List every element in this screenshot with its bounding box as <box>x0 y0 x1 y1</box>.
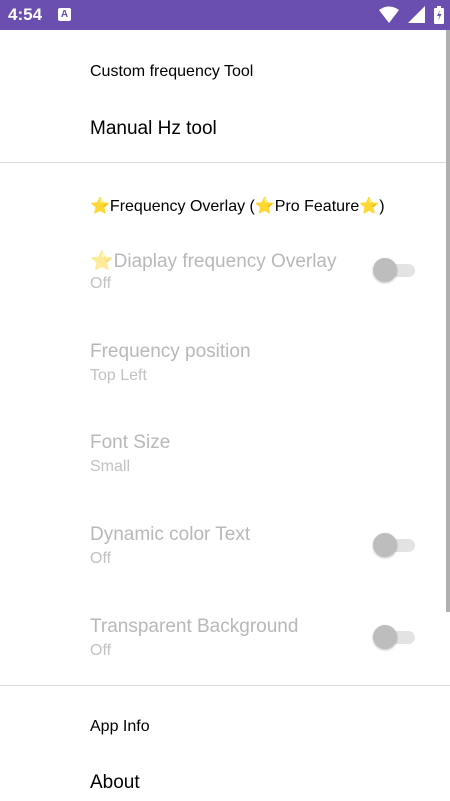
transparent-background-summary: Off <box>90 642 112 659</box>
transparent-background-item[interactable]: Transparent Background Off <box>0 616 450 696</box>
frequency-position-title: Frequency position <box>90 341 251 362</box>
manual-hz-tool-item[interactable]: Manual Hz tool <box>90 118 217 140</box>
dynamic-color-text-summary: Off <box>90 550 112 567</box>
font-size-title: Font Size <box>90 432 171 453</box>
display-overlay-title: ⭐Diaplay frequency Overlay <box>90 249 337 273</box>
display-overlay-summary: Off <box>90 275 112 292</box>
frequency-position-item[interactable]: Frequency position Top Left <box>0 341 450 421</box>
dynamic-color-text-switch[interactable] <box>373 532 417 558</box>
font-size-summary: Small <box>90 458 131 475</box>
about-item[interactable]: About <box>90 772 140 794</box>
divider <box>0 685 450 686</box>
wifi-icon <box>379 6 400 23</box>
display-overlay-title-text: Diaplay frequency Overlay <box>113 251 337 272</box>
category-close: ) <box>379 198 385 215</box>
notification-a-icon: A <box>58 8 71 21</box>
dynamic-color-text-title: Dynamic color Text <box>90 524 251 545</box>
dynamic-color-text-item[interactable]: Dynamic color Text Off <box>0 524 450 604</box>
star-icon: ⭐ <box>254 198 275 215</box>
signal-icon <box>407 6 425 23</box>
settings-list: Custom frequency Tool Manual Hz tool ⭐Fr… <box>0 30 450 801</box>
scrollbar[interactable] <box>446 30 450 612</box>
switch-thumb <box>373 533 397 557</box>
frequency-position-summary: Top Left <box>90 367 147 384</box>
custom-frequency-tool-item[interactable]: Custom frequency Tool <box>90 63 253 81</box>
display-overlay-item[interactable]: ⭐Diaplay frequency Overlay Off <box>0 249 450 329</box>
app-info-item[interactable]: App Info <box>90 718 150 736</box>
status-bar: 4:54 A <box>0 0 450 30</box>
transparent-background-switch[interactable] <box>373 624 417 650</box>
frequency-overlay-category: ⭐Frequency Overlay (⭐Pro Feature⭐) <box>90 196 385 216</box>
status-icons <box>375 6 444 24</box>
category-title: Frequency Overlay ( <box>109 198 255 215</box>
switch-thumb <box>373 258 397 282</box>
star-icon: ⭐ <box>90 198 110 215</box>
font-size-item[interactable]: Font Size Small <box>0 432 450 512</box>
battery-icon <box>434 6 444 24</box>
star-icon: ⭐ <box>90 251 114 272</box>
category-pro-label: Pro Feature <box>274 198 360 215</box>
divider <box>0 162 450 163</box>
transparent-background-title: Transparent Background <box>90 616 299 637</box>
star-icon: ⭐ <box>359 198 380 215</box>
display-overlay-switch[interactable] <box>373 257 417 283</box>
status-time: 4:54 <box>8 5 43 24</box>
switch-thumb <box>373 625 397 649</box>
